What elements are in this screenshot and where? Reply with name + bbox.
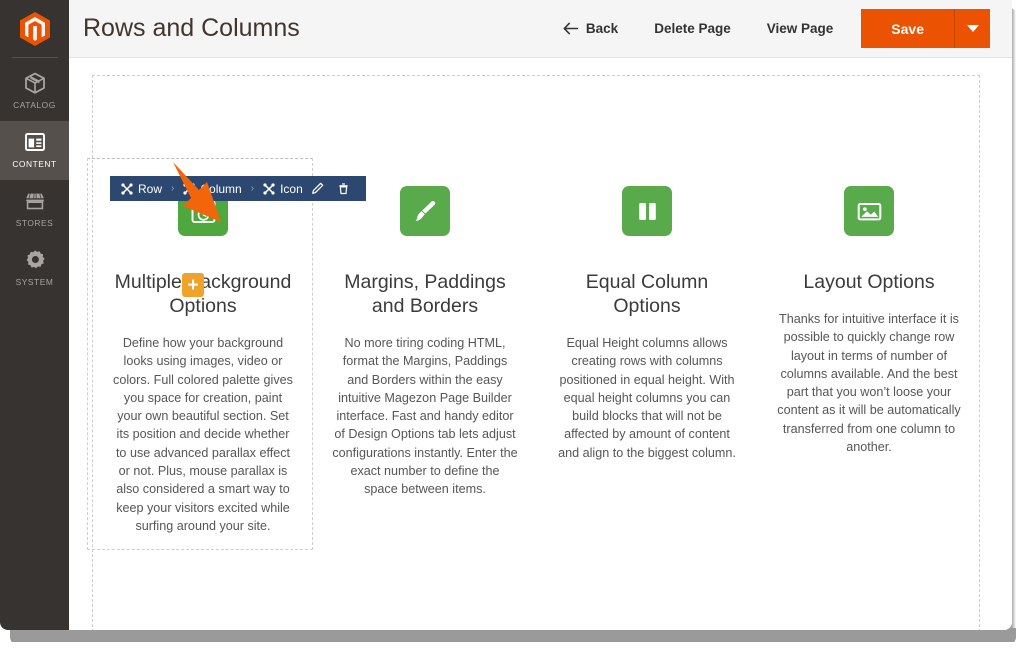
trash-icon <box>339 183 348 195</box>
header-actions: Back Delete Page View Page Save <box>545 0 1012 57</box>
sidebar-item-label: STORES <box>15 218 54 228</box>
feature-title: Layout Options <box>803 271 935 293</box>
delete-page-button[interactable]: Delete Page <box>636 21 749 36</box>
save-button[interactable]: Save <box>861 9 954 48</box>
window-shadow-bottom <box>10 628 1016 650</box>
sidebar-item-label: SYSTEM <box>15 277 54 287</box>
sidebar-item-stores[interactable]: STORES <box>0 180 69 239</box>
sidebar-item-content[interactable]: CONTENT <box>0 121 69 180</box>
feature-text: No more tiring coding HTML, format the M… <box>332 336 518 497</box>
feature-title: Margins, Paddings and Borders <box>344 271 506 317</box>
sidebar-item-catalog[interactable]: CATALOG <box>0 62 69 121</box>
toolbar-label-column: Column <box>200 181 242 196</box>
page-header: Rows and Columns Back Delete Page View P… <box>69 0 1012 58</box>
chevron-down-icon <box>966 25 979 32</box>
magento-logo[interactable] <box>0 0 69 57</box>
move-cross-icon <box>121 182 133 195</box>
sidebar-item-system[interactable]: SYSTEM <box>0 239 69 298</box>
feature-column[interactable]: Layout Options Thanks for intuitive inte… <box>758 133 980 535</box>
content-layout-icon <box>24 133 45 151</box>
two-columns-icon <box>638 202 656 220</box>
delete-page-label: Delete Page <box>654 21 731 36</box>
plus-badge[interactable]: + <box>182 273 204 297</box>
feature-text: Thanks for intuitive interface it is pos… <box>777 312 961 455</box>
save-dropdown-toggle[interactable] <box>954 9 990 48</box>
feature-icon-box[interactable] <box>844 186 894 236</box>
back-button[interactable]: Back <box>545 21 636 36</box>
sidebar-item-label: CATALOG <box>13 100 56 110</box>
stores-shop-icon <box>25 193 44 210</box>
back-button-label: Back <box>585 21 619 36</box>
toolbar-delete-button[interactable] <box>331 176 357 201</box>
view-page-label: View Page <box>766 21 834 36</box>
browser-window: CATALOG CONTENT STORES SYSTEM Rows and C… <box>0 0 1012 630</box>
toolbar-breadcrumb-row[interactable]: Row <box>119 182 164 196</box>
admin-sidebar: CATALOG CONTENT STORES SYSTEM <box>0 0 69 630</box>
toolbar-breadcrumb-column[interactable]: Column <box>181 182 243 196</box>
back-arrow-icon <box>563 22 578 35</box>
element-toolbar: Row › Column › Icon <box>110 176 366 201</box>
toolbar-label-row: Row <box>138 181 163 196</box>
move-cross-icon <box>263 182 275 195</box>
view-page-button[interactable]: View Page <box>749 21 852 36</box>
system-gear-icon <box>26 250 45 269</box>
feature-text: Define how your background looks using i… <box>113 336 293 533</box>
feature-title: Equal Column Options <box>585 271 709 317</box>
sidebar-divider <box>11 57 58 58</box>
toolbar-breadcrumb-icon[interactable]: Icon <box>261 182 305 196</box>
toolbar-separator: › <box>250 183 255 194</box>
feature-icon-box[interactable] <box>400 186 450 236</box>
paint-brush-icon <box>414 200 435 221</box>
toolbar-edit-button[interactable] <box>305 176 331 201</box>
sidebar-item-label: CONTENT <box>12 159 57 169</box>
feature-column[interactable]: Equal Column Options Equal Height column… <box>536 133 758 535</box>
feature-icon-box[interactable] <box>622 186 672 236</box>
pencil-icon <box>312 182 324 194</box>
feature-title: Multiple Background Options + <box>110 270 296 318</box>
toolbar-separator: › <box>171 183 175 194</box>
move-cross-icon <box>183 182 195 195</box>
page-title: Rows and Columns <box>83 14 300 42</box>
catalog-box-icon <box>24 72 45 94</box>
toolbar-label-icon: Icon <box>280 181 303 196</box>
image-picture-icon <box>857 202 881 220</box>
feature-text: Equal Height columns allows creating row… <box>558 336 736 460</box>
save-button-group: Save <box>861 9 990 48</box>
page-builder-canvas: Row › Column › Icon Multiple Background … <box>69 58 1012 630</box>
magento-logo-icon <box>19 11 50 46</box>
browser-window-clock-icon <box>191 199 215 223</box>
